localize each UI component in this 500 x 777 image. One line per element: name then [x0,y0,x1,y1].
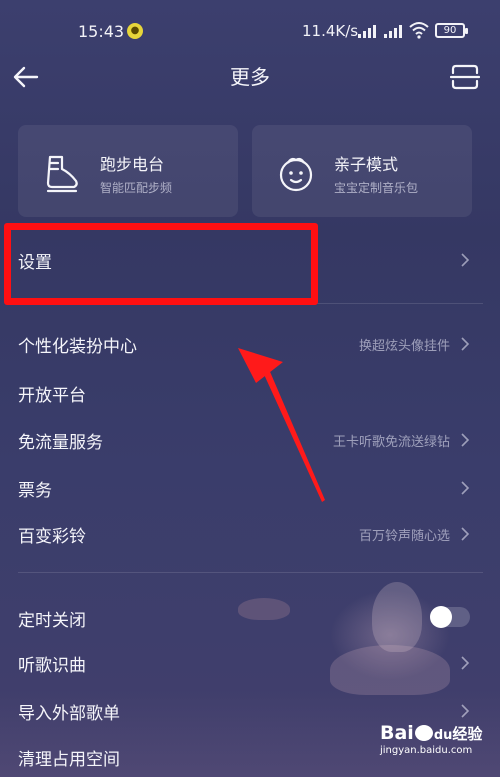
list-item-label: 票务 [18,481,52,501]
chevron-right-icon [461,656,470,670]
list-item-value: 换超炫头像挂件 [358,339,450,354]
list-item-label: 开放平台 [18,386,86,406]
chevron-right-icon [461,481,470,495]
list-item-tickets[interactable]: 票务 [0,466,500,510]
list-item-label: 清理占用空间 [18,750,120,770]
divider [18,572,483,573]
status-time: 15:43 [78,22,125,41]
signal-icon [358,24,380,38]
baidu-logo: Bai du经验 [380,722,483,744]
notification-app-icon: ● [127,23,143,39]
chevron-right-icon [461,337,470,351]
card-subtitle: 智能匹配步频 [100,181,173,195]
card-title: 亲子模式 [334,155,399,174]
battery-indicator: 90 [435,23,468,38]
list-item-value: 王卡听歌免流送绿钻 [332,435,450,450]
list-item-free-data[interactable]: 免流量服务 王卡听歌免流送绿钻 [0,418,500,462]
status-bar: 15:43 ● 11.4K/s 90 [0,0,500,60]
card-subtitle: 宝宝定制音乐包 [334,181,419,195]
list-item-sleep-timer[interactable]: 定时关闭 [0,596,500,640]
network-speed: 11.4K/s [302,22,359,40]
list-item-label: 导入外部歌单 [18,704,120,724]
paw-icon [414,725,433,741]
annotation-highlight-box [4,223,318,305]
wifi-icon [409,22,429,39]
chevron-right-icon [461,527,470,541]
list-item-open-platform[interactable]: 开放平台 [0,371,500,415]
parent-child-mode-card[interactable]: 亲子模式 宝宝定制音乐包 [252,125,472,217]
list-item-label: 个性化装扮中心 [18,337,137,357]
scan-icon[interactable] [450,63,480,91]
watermark-url: jingyan.baidu.com [380,745,473,756]
page-title: 更多 [230,65,270,89]
screen: 15:43 ● 11.4K/s 90 更多 跑步电台 智能匹配步频 亲子模式 宝… [0,0,500,777]
list-item-label: 定时关闭 [18,611,86,631]
baby-face-icon [279,157,313,192]
toggle-knob [430,606,452,628]
list-item-label: 百变彩铃 [18,527,86,547]
sleep-timer-toggle[interactable] [430,606,470,628]
baidu-watermark: Bai du经验 jingyan.baidu.com [380,722,495,772]
list-item-value: 百万铃声随心选 [358,529,450,544]
chevron-right-icon [461,253,470,267]
list-item-personalization[interactable]: 个性化装扮中心 换超炫头像挂件 [0,322,500,366]
list-item-song-recognition[interactable]: 听歌识曲 [0,641,500,685]
running-shoe-icon [46,155,78,193]
chevron-right-icon [461,433,470,447]
running-radio-card[interactable]: 跑步电台 智能匹配步频 [18,125,238,217]
list-item-label: 免流量服务 [18,433,103,453]
card-title: 跑步电台 [100,155,165,174]
chevron-right-icon [461,704,470,718]
signal-icon [384,24,406,38]
list-item-label: 听歌识曲 [18,656,86,676]
list-item-ringtone[interactable]: 百变彩铃 百万铃声随心选 [0,512,500,556]
header: 更多 [0,55,500,105]
